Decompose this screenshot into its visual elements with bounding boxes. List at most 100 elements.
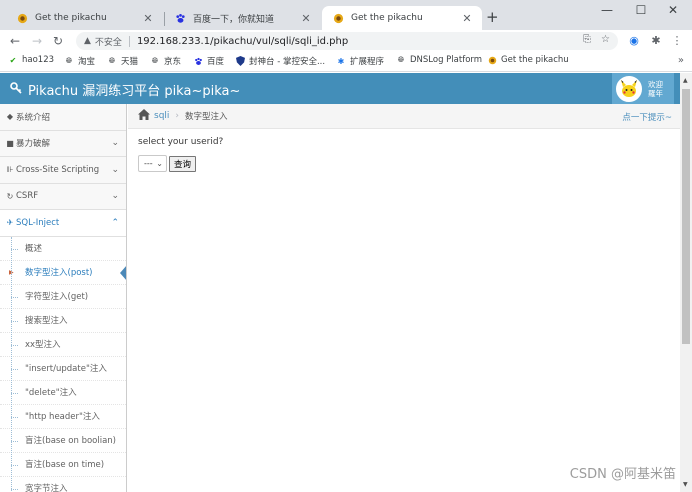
pikachu-icon <box>487 55 497 65</box>
bookmark-extensions[interactable]: ✱ 扩展程序 <box>336 55 385 68</box>
baidu-paw-icon <box>193 56 203 66</box>
bookmarks-bar: ✔ hao123 🌐︎ 淘宝 🌐︎ 天猫 🌐︎ 京东 百度 封神台 - 掌控安全… <box>0 52 692 72</box>
browser-tab-1[interactable]: Get the pikachu ✕ <box>6 6 163 30</box>
bookmark-tmall[interactable]: 🌐︎ 天猫 <box>107 55 138 67</box>
main-content: select your userid? --- ⌄ 查询 <box>138 137 223 172</box>
bookmark-dnslog[interactable]: 🌐︎ DNSLog Platform <box>396 55 482 65</box>
submenu-item-label: 宽字节注入 <box>25 484 68 492</box>
submenu-item-label: xx型注入 <box>25 340 61 350</box>
minimize-button[interactable]: — <box>592 2 622 18</box>
submenu-item-string-get[interactable]: 字符型注入(get) <box>0 284 126 309</box>
browser-toolbar: ← → ↻ ▲ 不安全 192.168.233.1/pikachu/vul/sq… <box>0 30 692 52</box>
app-header: Pikachu 漏洞练习平台 pika~pika~ 欢迎 羅年 <box>0 73 680 104</box>
sidebar: ◆ 系统介绍 ■ 暴力破解 ⌄ ⊪ Cross-Site Scripting ⌄… <box>0 104 127 492</box>
close-tab-icon[interactable]: ✕ <box>299 12 313 25</box>
bookmark-fengshentai[interactable]: 封神台 - 掌控安全... <box>235 55 325 67</box>
app-brand[interactable]: Pikachu 漏洞练习平台 pika~pika~ <box>10 80 240 99</box>
scrollbar-thumb[interactable] <box>682 89 690 344</box>
submenu-item-delete[interactable]: "delete"注入 <box>0 380 126 405</box>
home-icon[interactable] <box>138 109 150 123</box>
submenu-item-xx[interactable]: xx型注入 <box>0 332 126 357</box>
submenu-item-http-header[interactable]: "http header"注入 <box>0 404 126 429</box>
address-bar[interactable]: ▲ 不安全 192.168.233.1/pikachu/vul/sqli/sql… <box>76 32 618 50</box>
warning-triangle-icon: ▲ <box>84 36 91 46</box>
submenu-item-insert-update[interactable]: "insert/update"注入 <box>0 356 126 381</box>
sidebar-item-sql-inject[interactable]: ✈ SQL-Inject ⌃ <box>0 210 126 237</box>
close-window-button[interactable]: ✕ <box>658 2 688 18</box>
close-tab-icon[interactable]: ✕ <box>141 12 155 25</box>
active-indicator-arrow <box>120 264 126 281</box>
bug-icon: ⊪ <box>6 165 14 175</box>
bookmark-label: 京东 <box>164 57 182 67</box>
bookmark-baidu[interactable]: 百度 <box>193 55 224 67</box>
welcome-line-2: 羅年 <box>648 88 663 98</box>
shield-icon <box>235 56 245 66</box>
url-text[interactable]: 192.168.233.1/pikachu/vul/sqli/sqli_id.p… <box>137 36 348 47</box>
refresh-icon: ↻ <box>6 191 14 201</box>
submenu-item-label: 盲注(base on time) <box>25 460 105 470</box>
submenu-item-label: "delete"注入 <box>25 388 77 398</box>
user-menu[interactable]: 欢迎 羅年 <box>612 73 674 104</box>
new-tab-button[interactable]: + <box>486 8 499 26</box>
submenu-item-numeric-post[interactable]: ▶ 数字型注入(post) <box>0 260 126 285</box>
forward-arrow-icon[interactable]: → <box>29 33 45 49</box>
bookmark-label: 淘宝 <box>78 57 96 67</box>
sidebar-item-label: 系统介绍 <box>16 112 51 123</box>
lock-icon: ■ <box>6 138 14 148</box>
submenu-item-wide-byte[interactable]: 宽字节注入 <box>0 476 126 492</box>
submenu-item-blind-boolean[interactable]: 盲注(base on boolian) <box>0 428 126 453</box>
submenu-item-label: 数字型注入(post) <box>25 268 93 278</box>
userid-select-value: --- <box>144 159 153 168</box>
submenu-item-label: "http header"注入 <box>25 412 100 422</box>
extension-circle-icon[interactable]: ◉ <box>627 34 641 48</box>
caret-right-icon: ▶ <box>9 268 14 276</box>
scroll-down-arrow-icon[interactable]: ▼ <box>683 481 688 488</box>
bookmark-hao123[interactable]: ✔ hao123 <box>8 55 54 65</box>
pikachu-favicon-icon <box>332 12 344 24</box>
submenu-item-overview[interactable]: 概述 <box>0 236 126 261</box>
browser-tab-3-title: Get the pikachu <box>351 13 423 23</box>
query-button[interactable]: 查询 <box>169 155 197 172</box>
sidebar-item-intro[interactable]: ◆ 系统介绍 <box>0 104 126 131</box>
userid-select[interactable]: --- ⌄ <box>138 155 167 172</box>
reload-icon[interactable]: ↻ <box>50 33 66 49</box>
hint-link[interactable]: 点一下提示~ <box>622 111 672 123</box>
submenu-item-label: 搜索型注入 <box>25 316 68 326</box>
close-tab-icon[interactable]: ✕ <box>460 12 474 25</box>
browser-tab-2[interactable]: 百度一下，你就知道 ✕ <box>164 6 321 30</box>
scroll-up-arrow-icon[interactable]: ▲ <box>683 77 688 84</box>
chevron-down-icon: ⌄ <box>111 164 119 175</box>
page-scrollbar[interactable]: ▲ ▼ <box>680 73 692 492</box>
bookmark-taobao[interactable]: 🌐︎ 淘宝 <box>64 55 95 67</box>
bookmark-label: 扩展程序 <box>350 57 385 67</box>
sidebar-item-label: CSRF <box>16 191 39 202</box>
app-brand-title: Pikachu 漏洞练习平台 pika~pika~ <box>28 84 241 99</box>
browser-tab-2-title: 百度一下，你就知道 <box>193 14 275 25</box>
chevron-up-icon: ⌃ <box>111 217 119 228</box>
sidebar-item-xss[interactable]: ⊪ Cross-Site Scripting ⌄ <box>0 157 126 184</box>
submenu-item-search[interactable]: 搜索型注入 <box>0 308 126 333</box>
globe-icon: 🌐︎ <box>65 56 73 65</box>
extensions-puzzle-icon[interactable]: ✱ <box>649 34 663 48</box>
browser-tab-strip: Get the pikachu ✕ 百度一下，你就知道 ✕ Get the pi… <box>0 0 692 30</box>
sidebar-item-csrf[interactable]: ↻ CSRF ⌄ <box>0 183 126 210</box>
breadcrumb: sqli › 数字型注入 点一下提示~ <box>128 104 680 129</box>
tags-icon: ◆ <box>6 112 14 122</box>
submenu-item-label: 字符型注入(get) <box>25 292 89 302</box>
submenu-item-blind-time[interactable]: 盲注(base on time) <box>0 452 126 477</box>
back-arrow-icon[interactable]: ← <box>7 33 23 49</box>
bookmark-pikachu[interactable]: Get the pikachu <box>487 55 569 65</box>
submenu-item-label: 盲注(base on boolian) <box>25 436 117 446</box>
more-bookmarks-icon[interactable]: » <box>678 55 684 66</box>
translate-icon[interactable]: ⎘ <box>583 34 591 45</box>
key-icon <box>10 82 22 97</box>
bookmark-jd[interactable]: 🌐︎ 京东 <box>150 55 181 67</box>
sidebar-item-brute-force[interactable]: ■ 暴力破解 ⌄ <box>0 130 126 157</box>
sidebar-item-label: Cross-Site Scripting <box>16 164 100 175</box>
pikachu-favicon-icon <box>16 12 28 24</box>
browser-menu-icon[interactable]: ⋮ <box>670 34 684 48</box>
breadcrumb-link-sqli[interactable]: sqli <box>154 111 169 121</box>
bookmark-star-icon[interactable]: ☆ <box>601 34 610 45</box>
browser-tab-3[interactable]: Get the pikachu ✕ <box>322 6 482 30</box>
maximize-button[interactable]: ☐ <box>626 2 656 18</box>
